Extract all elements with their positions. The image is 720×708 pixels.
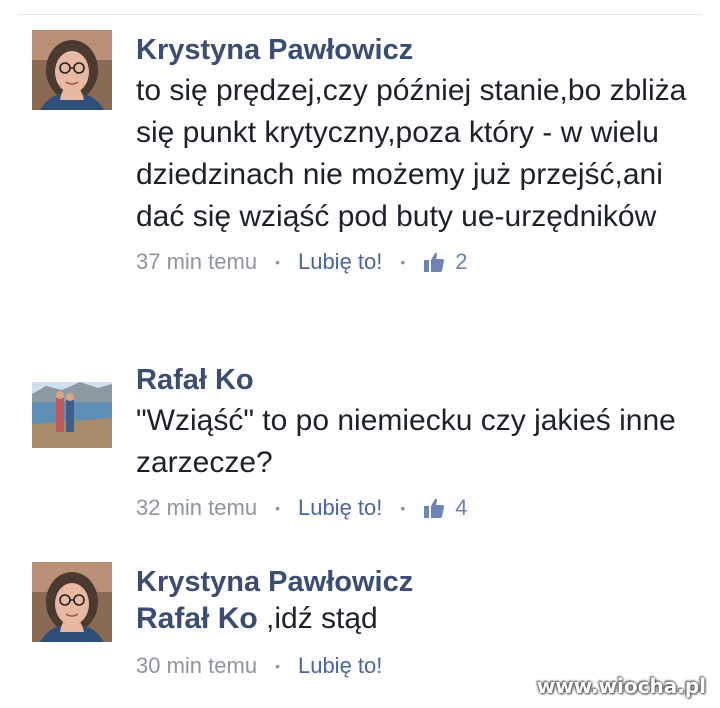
avatar[interactable] bbox=[32, 368, 112, 448]
top-divider bbox=[18, 14, 702, 15]
like-count[interactable]: 2 bbox=[455, 248, 467, 276]
profile-photo-couple-by-sea-icon bbox=[32, 368, 112, 448]
comment-text: to się prędzej,czy później stanie,bo zbl… bbox=[136, 74, 687, 233]
profile-photo-woman-glasses-icon bbox=[32, 562, 112, 642]
separator-dot: • bbox=[275, 658, 280, 674]
comment-timestamp[interactable]: 30 min temu bbox=[136, 652, 257, 680]
like-button[interactable]: Lubię to! bbox=[298, 248, 382, 276]
like-button[interactable]: Lubię to! bbox=[298, 652, 382, 680]
avatar[interactable] bbox=[32, 562, 112, 642]
separator-dot: • bbox=[400, 254, 406, 270]
comment-text-body: ,idź stąd bbox=[257, 602, 378, 635]
comment-author[interactable]: Rafał Ko bbox=[136, 364, 690, 396]
thumbs-up-icon bbox=[423, 497, 445, 519]
comment-text: Rafał Ko ,idź stąd bbox=[136, 600, 690, 638]
separator-dot: • bbox=[275, 500, 280, 516]
comment-author[interactable]: Krystyna Pawłowicz bbox=[136, 566, 690, 598]
avatar[interactable] bbox=[32, 30, 112, 110]
profile-photo-woman-glasses-icon bbox=[32, 30, 112, 110]
mention-link[interactable]: Rafał Ko bbox=[136, 602, 258, 635]
watermark: www.wiocha.pl bbox=[536, 674, 706, 698]
thumbs-up-icon bbox=[423, 251, 445, 273]
comment-text: "Wziąść" to po niemiecku czy jakieś inne… bbox=[136, 404, 676, 479]
comment-author[interactable]: Krystyna Pawłowicz bbox=[136, 34, 690, 66]
like-count[interactable]: 4 bbox=[455, 494, 467, 522]
separator-dot: • bbox=[400, 500, 406, 516]
comment-meta: 37 min temu • Lubię to! • 2 bbox=[136, 248, 690, 276]
comment-timestamp[interactable]: 32 min temu bbox=[136, 494, 257, 522]
comment-timestamp[interactable]: 37 min temu bbox=[136, 248, 257, 276]
like-button[interactable]: Lubię to! bbox=[298, 494, 382, 522]
comment-meta: 32 min temu • Lubię to! • 4 bbox=[136, 494, 690, 522]
separator-dot: • bbox=[275, 254, 280, 270]
